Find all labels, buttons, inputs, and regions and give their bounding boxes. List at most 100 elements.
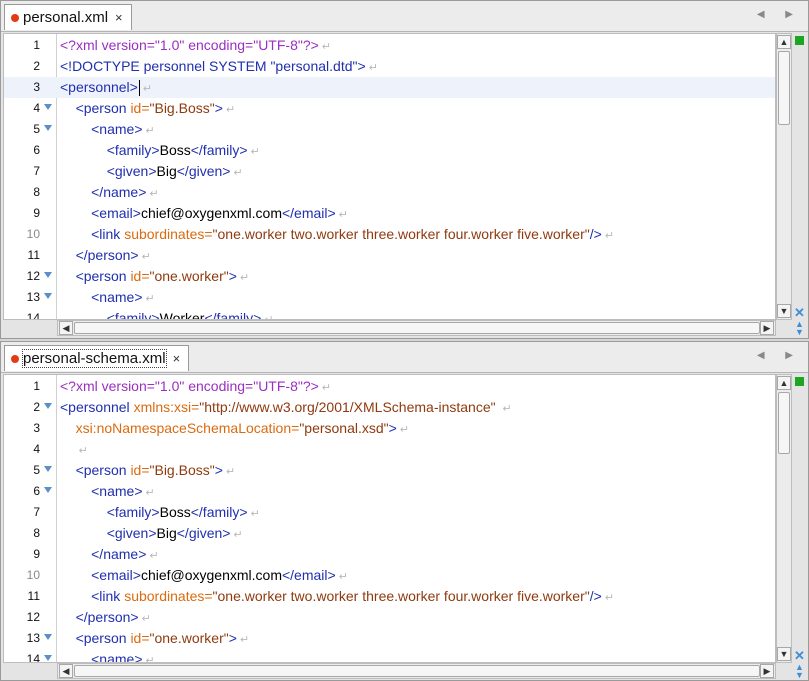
- code-text: <family>Boss</family> ↵: [60, 140, 260, 163]
- end-of-line-marker-icon: ↵: [75, 445, 88, 457]
- code-line[interactable]: 14 <name> ↵: [4, 649, 775, 663]
- code-text: <!DOCTYPE personnel SYSTEM "personal.dtd…: [60, 56, 378, 79]
- code-line[interactable]: 11 </person> ↵: [4, 245, 775, 266]
- line-number: 5: [33, 463, 40, 477]
- close-marker-icon[interactable]: ✕: [794, 649, 805, 662]
- vertical-scrollbar[interactable]: ▲ ▼: [776, 33, 792, 320]
- scroll-thumb[interactable]: [778, 51, 790, 125]
- close-marker-icon[interactable]: ✕: [794, 306, 805, 319]
- code-text: <?xml version="1.0" encoding="UTF-8"?> ↵: [60, 35, 331, 58]
- vertical-scrollbar[interactable]: ▲ ▼: [776, 374, 792, 663]
- code-text: <given>Big</given> ↵: [60, 161, 243, 184]
- code-line[interactable]: 10 <link subordinates="one.worker two.wo…: [4, 224, 775, 245]
- code-token: id=: [130, 630, 150, 646]
- tab-personal-schema-xml[interactable]: personal-schema.xml ×: [4, 345, 190, 371]
- fold-toggle-icon[interactable]: [44, 487, 52, 493]
- fold-toggle-icon[interactable]: [44, 403, 52, 409]
- code-line[interactable]: 13 <person id="one.worker"> ↵: [4, 628, 775, 649]
- code-token: </family>: [190, 504, 248, 520]
- end-of-line-marker-icon: ↵: [247, 508, 260, 520]
- code-token: <person: [75, 268, 131, 284]
- horizontal-scroll-thumb[interactable]: [74, 665, 760, 677]
- code-line[interactable]: 8 </name> ↵: [4, 182, 775, 203]
- code-editor[interactable]: 1 <?xml version="1.0" encoding="UTF-8"?> …: [3, 374, 776, 663]
- close-tab-icon[interactable]: ×: [115, 10, 123, 25]
- code-line[interactable]: 9 </name> ↵: [4, 544, 775, 565]
- line-number: 11: [27, 589, 40, 603]
- fold-toggle-icon[interactable]: [44, 634, 52, 640]
- navigate-markers-icon[interactable]: ▲ ▼: [795, 320, 804, 337]
- code-line[interactable]: 4 ↵: [4, 439, 775, 460]
- code-line[interactable]: 7 <family>Boss</family> ↵: [4, 502, 775, 523]
- fold-toggle-icon[interactable]: [44, 272, 52, 278]
- scroll-left-icon[interactable]: ◀: [59, 321, 73, 335]
- code-line[interactable]: 8 <given>Big</given> ↵: [4, 523, 775, 544]
- tab-personal-xml[interactable]: personal.xml ×: [4, 4, 132, 30]
- scroll-up-icon[interactable]: ▲: [777, 376, 791, 390]
- line-number: 7: [33, 505, 40, 519]
- scroll-down-icon[interactable]: ▼: [777, 647, 791, 661]
- code-line[interactable]: 1 <?xml version="1.0" encoding="UTF-8"?> …: [4, 35, 775, 56]
- close-tab-icon[interactable]: ×: [173, 351, 181, 366]
- code-token: />: [589, 588, 602, 604]
- code-line[interactable]: 3 xsi:noNamespaceSchemaLocation="persona…: [4, 418, 775, 439]
- code-line[interactable]: 12 <person id="one.worker"> ↵: [4, 266, 775, 287]
- code-line[interactable]: 6 <family>Boss</family> ↵: [4, 140, 775, 161]
- code-line[interactable]: 12 </person> ↵: [4, 607, 775, 628]
- fold-toggle-icon[interactable]: [44, 293, 52, 299]
- fold-toggle-icon[interactable]: [44, 104, 52, 110]
- scroll-left-icon[interactable]: ◀: [59, 664, 73, 678]
- code-token: "one.worker two.worker three.worker four…: [212, 588, 590, 604]
- code-line[interactable]: 5 <person id="Big.Boss"> ↵: [4, 460, 775, 481]
- code-line[interactable]: 2 <!DOCTYPE personnel SYSTEM "personal.dt…: [4, 56, 775, 77]
- code-text: <link subordinates="one.worker two.worke…: [60, 224, 614, 247]
- tab-navigation-arrows[interactable]: ◀ ▶: [757, 350, 802, 361]
- end-of-line-marker-icon: ↵: [138, 251, 151, 263]
- code-line[interactable]: 11 <link subordinates="one.worker two.wo…: [4, 586, 775, 607]
- scroll-down-icon[interactable]: ▼: [777, 304, 791, 318]
- code-line[interactable]: 1 <?xml version="1.0" encoding="UTF-8"?> …: [4, 376, 775, 397]
- horizontal-scrollbar[interactable]: ◀ ▶: [57, 663, 776, 679]
- scroll-thumb[interactable]: [778, 392, 790, 454]
- scroll-right-icon[interactable]: ▶: [760, 664, 774, 678]
- document-status-ok-icon: [795, 377, 804, 386]
- code-line[interactable]: 3 <personnel> ↵: [4, 77, 775, 98]
- code-line[interactable]: 6 <name> ↵: [4, 481, 775, 502]
- code-line[interactable]: 14 <family>Worker</family> ↵: [4, 308, 775, 320]
- end-of-line-marker-icon: ↵: [142, 655, 155, 663]
- fold-toggle-icon[interactable]: [44, 655, 52, 661]
- code-text: <person id="Big.Boss"> ↵: [60, 460, 236, 483]
- horizontal-scrollbar[interactable]: ◀ ▶: [57, 320, 776, 336]
- code-editor[interactable]: 1 <?xml version="1.0" encoding="UTF-8"?> …: [3, 33, 776, 320]
- code-text: <name> ↵: [60, 649, 155, 663]
- code-line[interactable]: 2 <personnel xmlns:xsi="http://www.w3.org…: [4, 397, 775, 418]
- horizontal-scroll-thumb[interactable]: [74, 322, 760, 334]
- line-number: 1: [33, 38, 40, 52]
- code-text: <name> ↵: [60, 481, 155, 504]
- scroll-up-icon[interactable]: ▲: [777, 35, 791, 49]
- end-of-line-marker-icon: ↵: [142, 293, 155, 305]
- code-line[interactable]: 9 <email>chief@oxygenxml.com</email> ↵: [4, 203, 775, 224]
- editor-pane-personal-schema: personal-schema.xml × ◀ ▶ 1 <?xml version…: [0, 341, 809, 681]
- code-line[interactable]: 5 <name> ↵: [4, 119, 775, 140]
- navigate-markers-icon[interactable]: ▲ ▼: [795, 663, 804, 680]
- code-token: id=: [130, 462, 150, 478]
- end-of-line-marker-icon: ↵: [142, 125, 155, 137]
- code-token: >: [388, 420, 397, 436]
- scroll-right-icon[interactable]: ▶: [760, 321, 774, 335]
- code-token: <family>: [106, 310, 160, 320]
- code-line[interactable]: 4 <person id="Big.Boss"> ↵: [4, 98, 775, 119]
- fold-toggle-icon[interactable]: [44, 125, 52, 131]
- fold-toggle-icon[interactable]: [44, 466, 52, 472]
- code-line[interactable]: 10 <email>chief@oxygenxml.com</email> ↵: [4, 565, 775, 586]
- code-line[interactable]: 7 <given>Big</given> ↵: [4, 161, 775, 182]
- tab-navigation-arrows[interactable]: ◀ ▶: [757, 9, 802, 20]
- code-line[interactable]: 13 <name> ↵: [4, 287, 775, 308]
